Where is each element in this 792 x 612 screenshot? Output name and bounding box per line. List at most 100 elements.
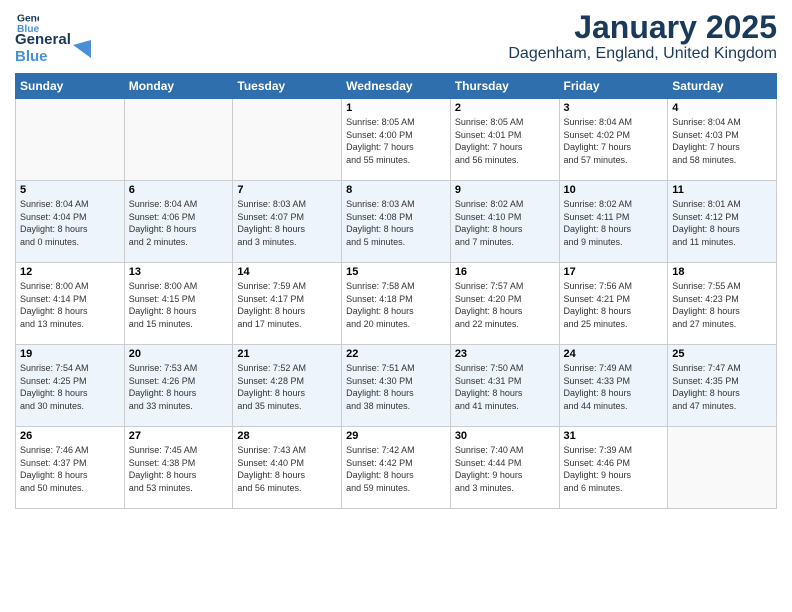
calendar-day-cell: 27 Sunrise: 7:45 AMSunset: 4:38 PMDayligh…: [124, 427, 233, 509]
calendar-week-row: 19 Sunrise: 7:54 AMSunset: 4:25 PMDayligh…: [16, 345, 777, 427]
header: General Blue General Blue January 2025 D…: [15, 10, 777, 65]
day-number: 16: [455, 266, 555, 278]
day-number: 20: [129, 348, 229, 360]
calendar-day-cell: 30 Sunrise: 7:40 AMSunset: 4:44 PMDayligh…: [450, 427, 559, 509]
day-number: 29: [346, 430, 446, 442]
calendar-day-cell: 31Sunrise: 7:39 AMSunset: 4:46 PMDayligh…: [559, 427, 668, 509]
day-number: 25: [672, 348, 772, 360]
day-number: 10: [564, 184, 664, 196]
calendar-day-cell: 7 Sunrise: 8:03 AMSunset: 4:07 PMDaylight…: [233, 181, 342, 263]
calendar-day-cell: [16, 99, 125, 181]
day-info: Sunrise: 7:56 AMSunset: 4:21 PMDaylight:…: [564, 280, 664, 330]
calendar-day-cell: 25Sunrise: 7:47 AMSunset: 4:35 PMDayligh…: [668, 345, 777, 427]
calendar-header-thursday: Thursday: [450, 74, 559, 99]
day-info: Sunrise: 8:02 AMSunset: 4:10 PMDaylight:…: [455, 198, 555, 248]
day-info: Sunrise: 8:04 AMSunset: 4:06 PMDaylight:…: [129, 198, 229, 248]
day-info: Sunrise: 7:54 AMSunset: 4:25 PMDaylight:…: [20, 362, 120, 412]
day-number: 8: [346, 184, 446, 196]
calendar-day-cell: 18Sunrise: 7:55 AMSunset: 4:23 PMDayligh…: [668, 263, 777, 345]
calendar-day-cell: 5 Sunrise: 8:04 AMSunset: 4:04 PMDaylight…: [16, 181, 125, 263]
day-info: Sunrise: 8:00 AMSunset: 4:15 PMDaylight:…: [129, 280, 229, 330]
day-info: Sunrise: 8:02 AMSunset: 4:11 PMDaylight:…: [564, 198, 664, 248]
calendar-header-sunday: Sunday: [16, 74, 125, 99]
calendar-day-cell: 26Sunrise: 7:46 AMSunset: 4:37 PMDayligh…: [16, 427, 125, 509]
day-number: 24: [564, 348, 664, 360]
day-number: 9: [455, 184, 555, 196]
calendar-day-cell: 17 Sunrise: 7:56 AMSunset: 4:21 PMDayligh…: [559, 263, 668, 345]
title-block: January 2025 Dagenham, England, United K…: [508, 10, 777, 63]
day-number: 3: [564, 102, 664, 114]
day-info: Sunrise: 8:01 AMSunset: 4:12 PMDaylight:…: [672, 198, 772, 248]
day-number: 12: [20, 266, 120, 278]
svg-text:General: General: [17, 14, 39, 25]
day-info: Sunrise: 8:04 AMSunset: 4:04 PMDaylight:…: [20, 198, 120, 248]
day-info: Sunrise: 8:03 AMSunset: 4:07 PMDaylight:…: [237, 198, 337, 248]
day-number: 28: [237, 430, 337, 442]
day-info: Sunrise: 7:50 AMSunset: 4:31 PMDaylight:…: [455, 362, 555, 412]
calendar-day-cell: 19 Sunrise: 7:54 AMSunset: 4:25 PMDayligh…: [16, 345, 125, 427]
calendar-day-cell: 1Sunrise: 8:05 AMSunset: 4:00 PMDaylight…: [342, 99, 451, 181]
day-info: Sunrise: 8:04 AMSunset: 4:02 PMDaylight:…: [564, 116, 664, 166]
day-info: Sunrise: 7:59 AMSunset: 4:17 PMDaylight:…: [237, 280, 337, 330]
day-info: Sunrise: 7:53 AMSunset: 4:26 PMDaylight:…: [129, 362, 229, 412]
calendar-week-row: 26Sunrise: 7:46 AMSunset: 4:37 PMDayligh…: [16, 427, 777, 509]
calendar-day-cell: 24 Sunrise: 7:49 AMSunset: 4:33 PMDayligh…: [559, 345, 668, 427]
calendar-day-cell: 20 Sunrise: 7:53 AMSunset: 4:26 PMDayligh…: [124, 345, 233, 427]
day-number: 11: [672, 184, 772, 196]
calendar-day-cell: 12 Sunrise: 8:00 AMSunset: 4:14 PMDayligh…: [16, 263, 125, 345]
calendar-table: SundayMondayTuesdayWednesdayThursdayFrid…: [15, 73, 777, 509]
day-info: Sunrise: 7:42 AMSunset: 4:42 PMDaylight:…: [346, 444, 446, 494]
calendar-day-cell: [668, 427, 777, 509]
calendar-day-cell: 2 Sunrise: 8:05 AMSunset: 4:01 PMDaylight…: [450, 99, 559, 181]
calendar-day-cell: 28 Sunrise: 7:43 AMSunset: 4:40 PMDayligh…: [233, 427, 342, 509]
calendar-day-cell: 22 Sunrise: 7:51 AMSunset: 4:30 PMDayligh…: [342, 345, 451, 427]
calendar-day-cell: 23 Sunrise: 7:50 AMSunset: 4:31 PMDayligh…: [450, 345, 559, 427]
calendar-week-row: 5 Sunrise: 8:04 AMSunset: 4:04 PMDaylight…: [16, 181, 777, 263]
calendar-day-cell: 3 Sunrise: 8:04 AMSunset: 4:02 PMDaylight…: [559, 99, 668, 181]
page: General Blue General Blue January 2025 D…: [0, 0, 792, 612]
day-number: 19: [20, 348, 120, 360]
day-info: Sunrise: 7:45 AMSunset: 4:38 PMDaylight:…: [129, 444, 229, 494]
day-info: Sunrise: 8:05 AMSunset: 4:01 PMDaylight:…: [455, 116, 555, 166]
calendar-day-cell: 6Sunrise: 8:04 AMSunset: 4:06 PMDaylight…: [124, 181, 233, 263]
day-info: Sunrise: 7:43 AMSunset: 4:40 PMDaylight:…: [237, 444, 337, 494]
day-number: 30: [455, 430, 555, 442]
calendar-day-cell: 8Sunrise: 8:03 AMSunset: 4:08 PMDaylight…: [342, 181, 451, 263]
logo-line2: Blue: [15, 49, 71, 66]
day-number: 2: [455, 102, 555, 114]
month-title: January 2025: [508, 10, 777, 45]
calendar-day-cell: 9 Sunrise: 8:02 AMSunset: 4:10 PMDaylight…: [450, 181, 559, 263]
day-number: 22: [346, 348, 446, 360]
day-number: 21: [237, 348, 337, 360]
day-number: 7: [237, 184, 337, 196]
day-info: Sunrise: 7:46 AMSunset: 4:37 PMDaylight:…: [20, 444, 120, 494]
day-info: Sunrise: 7:55 AMSunset: 4:23 PMDaylight:…: [672, 280, 772, 330]
day-number: 15: [346, 266, 446, 278]
day-number: 5: [20, 184, 120, 196]
day-number: 23: [455, 348, 555, 360]
location: Dagenham, England, United Kingdom: [508, 45, 777, 63]
logo-icon: General Blue: [17, 10, 39, 32]
calendar-day-cell: 16 Sunrise: 7:57 AMSunset: 4:20 PMDayligh…: [450, 263, 559, 345]
calendar-day-cell: [124, 99, 233, 181]
day-info: Sunrise: 7:52 AMSunset: 4:28 PMDaylight:…: [237, 362, 337, 412]
day-info: Sunrise: 8:00 AMSunset: 4:14 PMDaylight:…: [20, 280, 120, 330]
calendar-day-cell: 21 Sunrise: 7:52 AMSunset: 4:28 PMDayligh…: [233, 345, 342, 427]
calendar-day-cell: 11 Sunrise: 8:01 AMSunset: 4:12 PMDayligh…: [668, 181, 777, 263]
day-number: 17: [564, 266, 664, 278]
calendar-day-cell: 4Sunrise: 8:04 AMSunset: 4:03 PMDaylight…: [668, 99, 777, 181]
day-info: Sunrise: 8:04 AMSunset: 4:03 PMDaylight:…: [672, 116, 772, 166]
calendar-day-cell: 10 Sunrise: 8:02 AMSunset: 4:11 PMDayligh…: [559, 181, 668, 263]
calendar-week-row: 1Sunrise: 8:05 AMSunset: 4:00 PMDaylight…: [16, 99, 777, 181]
calendar-day-cell: [233, 99, 342, 181]
day-info: Sunrise: 7:40 AMSunset: 4:44 PMDaylight:…: [455, 444, 555, 494]
calendar-header-saturday: Saturday: [668, 74, 777, 99]
calendar-header-wednesday: Wednesday: [342, 74, 451, 99]
day-info: Sunrise: 7:49 AMSunset: 4:33 PMDaylight:…: [564, 362, 664, 412]
logo-arrow-icon: [73, 40, 91, 58]
day-info: Sunrise: 7:57 AMSunset: 4:20 PMDaylight:…: [455, 280, 555, 330]
day-info: Sunrise: 7:39 AMSunset: 4:46 PMDaylight:…: [564, 444, 664, 494]
day-info: Sunrise: 7:51 AMSunset: 4:30 PMDaylight:…: [346, 362, 446, 412]
calendar-header-row: SundayMondayTuesdayWednesdayThursdayFrid…: [16, 74, 777, 99]
day-number: 27: [129, 430, 229, 442]
